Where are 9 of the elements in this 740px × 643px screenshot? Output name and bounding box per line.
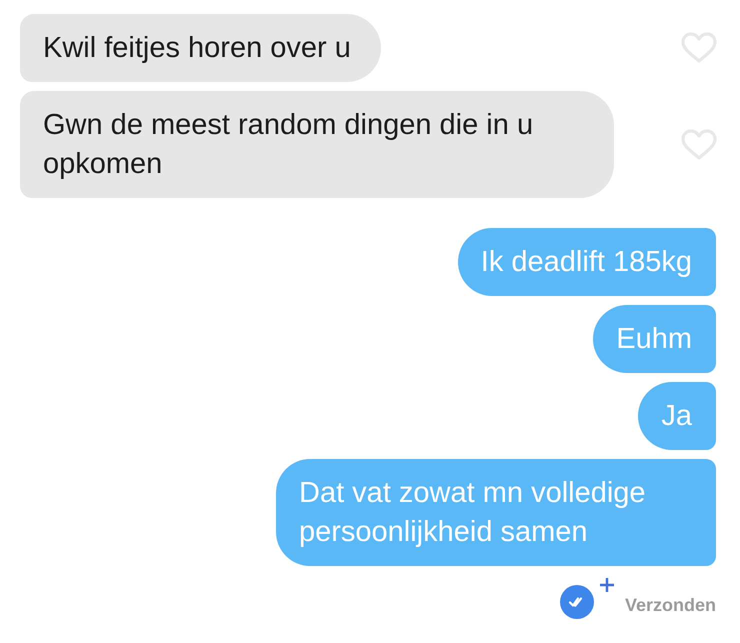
plus-icon[interactable] <box>600 578 614 592</box>
received-message-bubble: Gwn de meest random dingen die in u opkomen <box>20 91 614 198</box>
double-check-icon <box>560 585 594 619</box>
sent-message-bubble: Dat vat zowat mn volledige persoonlijkheid samen <box>276 459 716 566</box>
sent-status-label: Verzonden <box>624 594 716 616</box>
sent-message-bubble: Ja <box>638 382 716 450</box>
received-message-bubble: Kwil feitjes horen over u <box>20 14 381 82</box>
sent-message-bubble: Ik deadlift 185kg <box>458 228 716 296</box>
sent-message-bubble: Euhm <box>593 305 716 373</box>
